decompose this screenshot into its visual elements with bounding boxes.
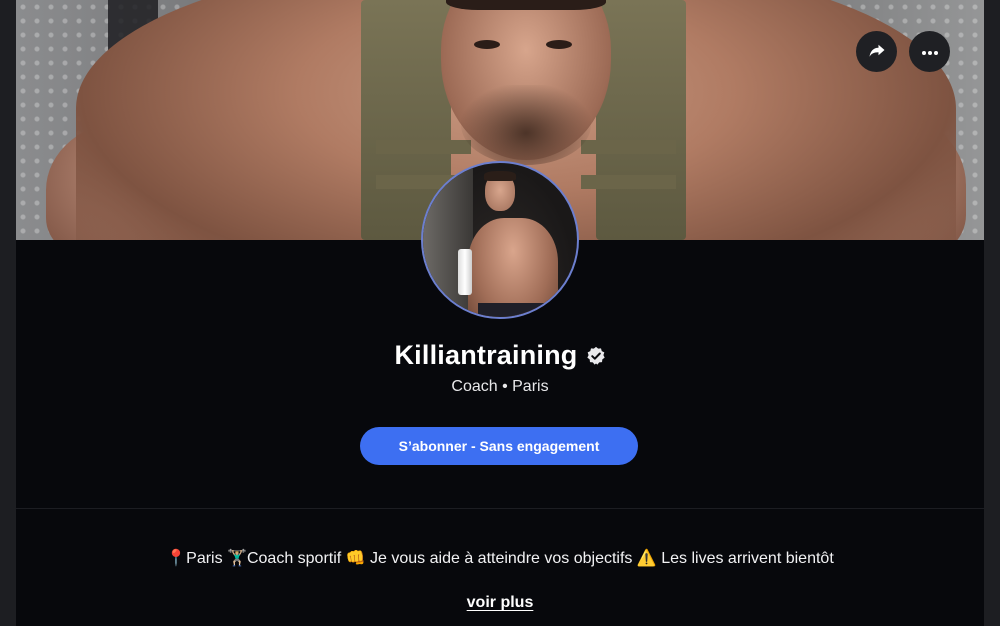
subscribe-button[interactable]: S’abonner - Sans engagement: [360, 427, 638, 465]
profile-bio: 📍Paris 🏋🏼‍♂️Coach sportif 👊 Je vous aide…: [166, 550, 834, 567]
more-options-button[interactable]: [909, 31, 950, 72]
see-more-row: voir plus: [16, 592, 984, 612]
page-gutter-left: [0, 0, 16, 626]
verified-badge-icon: [586, 346, 606, 366]
see-more-link[interactable]: voir plus: [467, 594, 534, 611]
profile-name: Killiantraining: [394, 340, 578, 370]
more-horizontal-icon: [921, 44, 939, 59]
profile-subtitle: Coach • Paris: [451, 378, 549, 395]
share-arrow-icon: [868, 41, 886, 62]
section-divider: [16, 508, 984, 509]
profile-panel: Killiantraining Coach • Paris S’abonner …: [16, 0, 984, 626]
profile-name-row: Killiantraining: [16, 340, 984, 371]
page-gutter-right: [984, 0, 1000, 626]
profile-avatar[interactable]: [421, 161, 579, 319]
share-button[interactable]: [856, 31, 897, 72]
